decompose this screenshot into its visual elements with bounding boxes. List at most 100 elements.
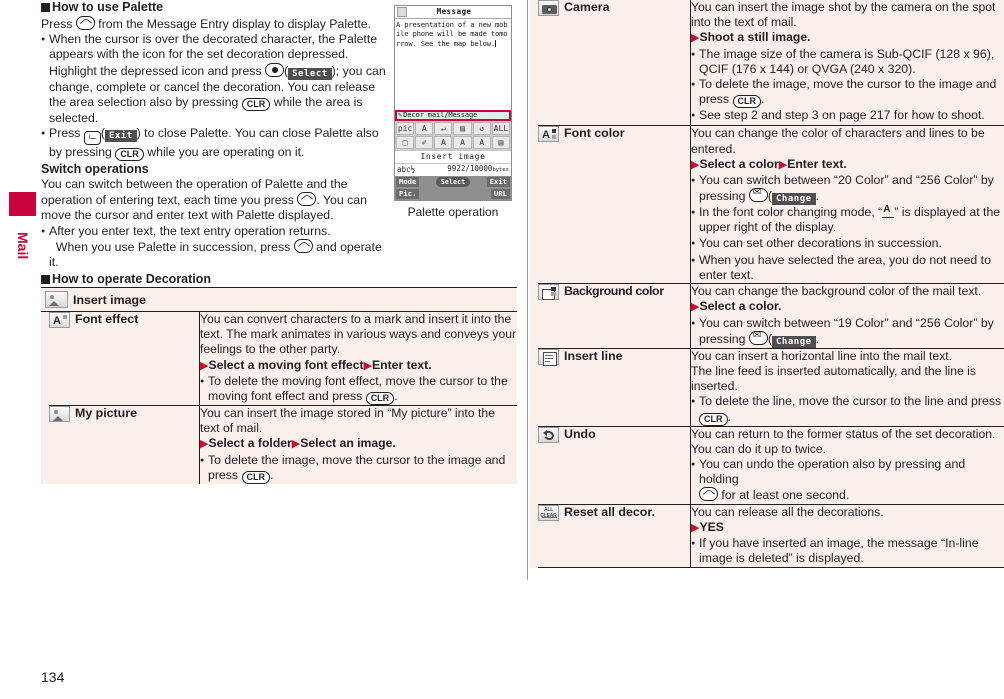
- note-line: The image size of the camera is Sub-QCIF…: [691, 47, 1004, 77]
- softkey-pic[interactable]: Pic.: [396, 189, 420, 199]
- insert-image-icon: [45, 291, 68, 308]
- row-desc-cell-background-color: You can change the background color of t…: [690, 283, 1004, 349]
- bullet-dot-icon: [691, 205, 699, 222]
- softkey-select: Select: [288, 67, 332, 80]
- palette-cell-font-effect[interactable]: A: [415, 122, 434, 135]
- row-icon-cell-reset-all-decor: ALLCLEAR Reset all decor.: [538, 504, 691, 568]
- softkey-select[interactable]: Select: [435, 177, 471, 187]
- table-left-rail: [41, 311, 49, 406]
- side-tab-marker: [9, 192, 36, 216]
- row-desc-cell-reset-all-decor: You can release all the decorations. ▶YE…: [690, 504, 1004, 568]
- table-header-cell: Insert image: [41, 287, 517, 312]
- table-row: A Font effect You can convert characters…: [41, 311, 517, 407]
- font-color-icon: A: [538, 126, 559, 143]
- mail-compose-icon: [397, 7, 407, 17]
- phone-message-body: A presentation of a new mobile phone wil…: [396, 20, 508, 48]
- palette-cell-my-picture[interactable]: □: [396, 136, 415, 149]
- bullet-dot-icon: [691, 394, 699, 411]
- row-icon-cell-background-color: Background color: [538, 283, 691, 349]
- font-effect-icon: A: [49, 312, 70, 328]
- palette-cell-ticker[interactable]: ↵: [434, 122, 453, 135]
- bullet-dot-icon: [691, 236, 699, 253]
- softkey-mode[interactable]: Mode: [396, 177, 420, 187]
- bullet-dot-icon: [691, 536, 699, 553]
- note-line: In the font color changing mode, “” is d…: [691, 205, 1004, 235]
- palette-selected-label: Insert image: [395, 150, 511, 164]
- bullet-dot-icon: [200, 374, 208, 391]
- step-line: ▶Select a color▶Enter text.: [691, 156, 847, 171]
- call-key-icon: [297, 192, 317, 207]
- reset-all-decor-icon: ALLCLEAR: [538, 504, 559, 521]
- table-left-rail: [530, 125, 538, 284]
- palette-cell-undo[interactable]: ↺: [472, 122, 491, 135]
- mail-key-icon: [748, 330, 768, 345]
- table-row: Undo You can return to the former status…: [530, 426, 1004, 505]
- palette-cell-insert-line[interactable]: ▤: [453, 122, 472, 135]
- phone-softkey-row-bottom: Pic. x URL: [395, 188, 511, 200]
- clr-key-icon: CLR: [365, 392, 395, 406]
- note-line: To delete the moving font effect, move t…: [200, 374, 517, 406]
- clr-key-icon: CLR: [699, 412, 728, 426]
- intro-paragraph: Press from the Message Entry display to …: [41, 16, 371, 31]
- figure-caption: Palette operation: [407, 205, 499, 219]
- bullet-dot-icon: [41, 224, 49, 241]
- palette-icon-grid: pic A ↵ ▤ ↺ ALL □ ✐ A A A ▤: [395, 121, 511, 150]
- softkey-exit[interactable]: Exit: [486, 177, 510, 187]
- bullet-close-palette: Press i⚊(Exit) to close Palette. You can…: [41, 126, 391, 162]
- switch-operations-paragraph: You can switch between the operation of …: [41, 177, 367, 223]
- imode-key-icon: i⚊: [83, 131, 101, 146]
- palette-cell-reset-all[interactable]: ALL: [491, 122, 510, 135]
- note-line: You can undo the operation also by press…: [691, 457, 1004, 504]
- font-color-indicator-icon: [882, 205, 895, 219]
- phone-status-bar: ✎ Decor mail/Message: [395, 110, 511, 121]
- camera-icon: [538, 0, 559, 16]
- center-key-icon: [265, 62, 285, 77]
- softkey-change: Change: [772, 335, 816, 348]
- clr-key-icon: CLR: [115, 148, 144, 162]
- byte-counter: 9922/10000bytes: [447, 164, 509, 174]
- heading-how-to-operate-decoration: How to operate Decoration: [41, 272, 391, 287]
- bullet-dot-icon: [691, 457, 699, 474]
- row-icon-cell-my-picture: My picture: [49, 405, 200, 484]
- row-desc-cell-insert-line: You can insert a horizontal line into th…: [690, 348, 1004, 427]
- table-row: A Font color You can change the color of…: [530, 125, 1004, 285]
- subheading-switch-operations: Switch operations: [41, 162, 149, 177]
- palette-cell-align[interactable]: A: [472, 136, 491, 149]
- palette-cell-font-color[interactable]: A: [453, 136, 472, 149]
- palette-cell-camera[interactable]: ✐: [415, 136, 434, 149]
- table-left-rail: [530, 0, 538, 126]
- input-mode-indicator: abc½: [397, 165, 416, 175]
- row-desc-cell-camera: You can insert the image shot by the cam…: [690, 0, 1004, 127]
- step-line: ▶Shoot a still image.: [691, 30, 811, 45]
- palette-cell-background-color[interactable]: ▤: [491, 136, 510, 149]
- softkey-url[interactable]: URL: [491, 189, 510, 199]
- palette-operation-figure: Message A presentation of a new mobile p…: [394, 5, 512, 219]
- clr-key-icon: CLR: [241, 97, 271, 111]
- manual-page: Mail 134 How to use Palette Press from t…: [0, 0, 1004, 699]
- palette-cell-font-size[interactable]: A: [434, 136, 453, 149]
- page-number: 134: [41, 669, 65, 685]
- palette-cell-insert-image[interactable]: pic: [396, 122, 415, 135]
- step-line: ▶Select a folder▶Select an image.: [200, 436, 396, 451]
- clr-key-icon: CLR: [732, 95, 761, 109]
- bullet-dot-icon: [691, 253, 699, 270]
- insert-image-table-wrap: Insert image A Font effect You can conve…: [41, 287, 517, 484]
- my-picture-icon: [49, 406, 70, 423]
- row-icon-cell-insert-line: Insert line: [538, 348, 691, 427]
- phone-screen: Message A presentation of a new mobile p…: [394, 5, 512, 201]
- note-line: You can switch between “20 Color” and “2…: [691, 173, 1004, 206]
- black-square-bullet-icon: [41, 275, 50, 285]
- phone-call-icon: ✎: [398, 110, 403, 119]
- step-line: ▶Select a moving font effect▶Enter text.: [200, 357, 432, 372]
- black-square-bullet-icon: [41, 3, 50, 12]
- step-line: ▶Select a color.: [691, 299, 782, 314]
- softkey-exit: Exit: [104, 130, 137, 143]
- side-tab-label: Mail: [15, 232, 31, 260]
- table-row: Insert line You can insert a horizontal …: [530, 348, 1004, 427]
- table-left-rail: [530, 504, 538, 567]
- bullet-dot-icon: [691, 47, 699, 64]
- text-cursor: [495, 39, 497, 47]
- heading-how-to-use-palette: How to use Palette: [41, 0, 391, 15]
- bullet-dot-icon: [691, 316, 699, 333]
- table-left-rail: [530, 426, 538, 505]
